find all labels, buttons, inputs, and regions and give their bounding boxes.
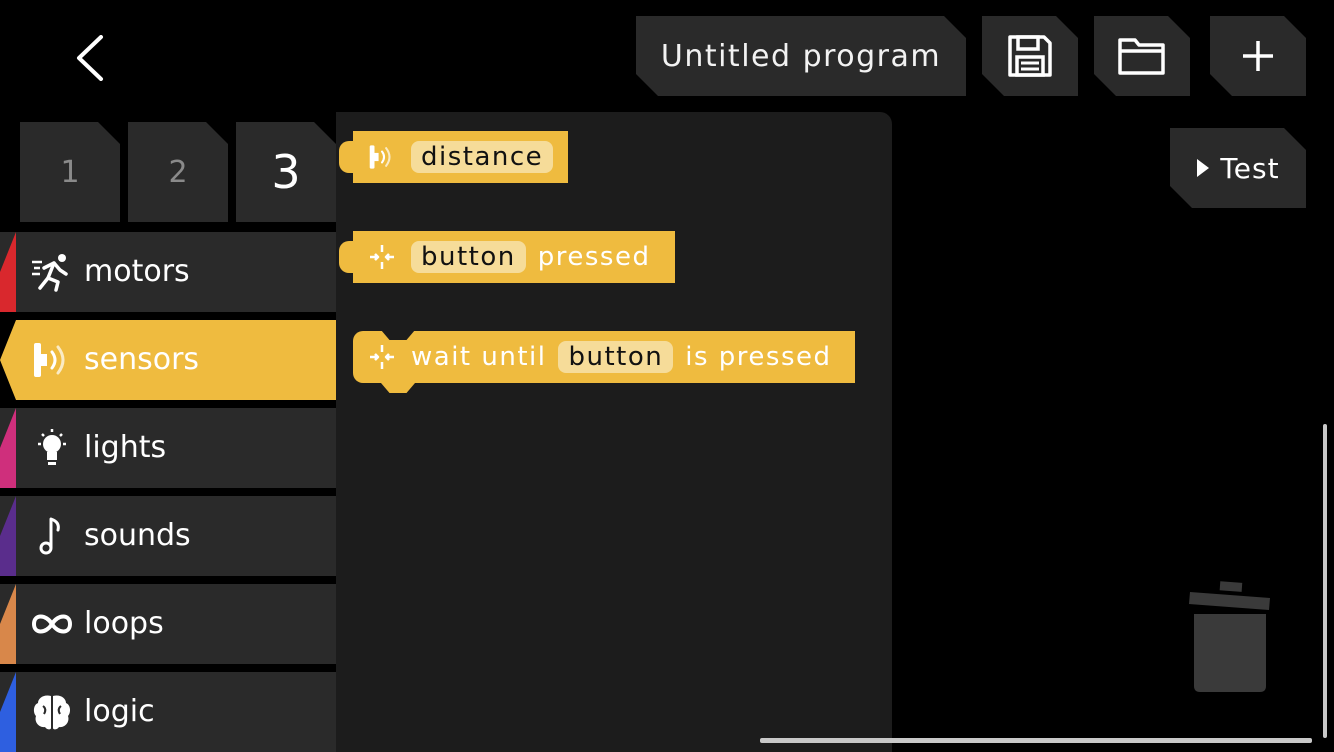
wait-until-block[interactable]: wait until button is pressed (353, 330, 855, 393)
button-dropdown[interactable]: button (558, 341, 674, 373)
new-program-button[interactable] (1210, 16, 1306, 96)
running-person-icon (30, 252, 74, 292)
page-tab-1[interactable]: 1 (20, 122, 120, 222)
open-folder-button[interactable] (1094, 16, 1190, 96)
block-text: is pressed (685, 342, 832, 372)
category-label: sounds (84, 518, 191, 553)
vertical-scrollbar[interactable] (1323, 424, 1327, 738)
category-label: sensors (84, 342, 200, 377)
trash-can[interactable] (1184, 580, 1276, 700)
category-sounds[interactable]: sounds (0, 496, 336, 576)
back-button[interactable] (60, 30, 120, 86)
category-label: logic (84, 694, 155, 729)
page-tab-3[interactable]: 3 (236, 122, 336, 222)
category-color-tab (0, 496, 16, 576)
category-color-tab (0, 584, 16, 664)
category-color-tab (0, 408, 16, 488)
test-button[interactable]: Test (1170, 128, 1306, 208)
folder-icon (1117, 35, 1167, 77)
button-press-icon (353, 343, 411, 371)
block-text: pressed (537, 242, 651, 272)
category-logic[interactable]: logic (0, 672, 336, 752)
page-tab-2[interactable]: 2 (128, 122, 228, 222)
category-sensors[interactable]: sensors (0, 320, 336, 400)
sensor-icon (353, 143, 411, 171)
category-label: lights (84, 430, 167, 465)
page-tab-label: 2 (168, 154, 188, 190)
category-motors[interactable]: motors (0, 232, 336, 312)
floppy-disk-icon (1006, 33, 1054, 79)
lightbulb-icon (30, 428, 74, 468)
save-button[interactable] (982, 16, 1078, 96)
block-flyout: distance button pressed wait until butto… (336, 112, 892, 752)
play-icon (1196, 158, 1210, 178)
program-title: Untitled program (660, 38, 942, 74)
category-lights[interactable]: lights (0, 408, 336, 488)
sensor-icon (30, 340, 74, 380)
category-label: motors (84, 254, 190, 289)
block-output-nub (339, 141, 357, 173)
button-pressed-block[interactable]: button pressed (339, 231, 675, 283)
chevron-left-icon (77, 35, 103, 81)
category-color-tab (0, 672, 16, 752)
distance-block[interactable]: distance (339, 131, 568, 183)
block-output-nub (339, 241, 357, 273)
brain-icon (30, 692, 74, 732)
infinity-icon (30, 604, 74, 644)
button-press-icon (353, 243, 411, 271)
program-title-button[interactable]: Untitled program (636, 16, 966, 96)
music-note-icon (30, 516, 74, 556)
block-tab (381, 383, 415, 393)
trash-can-icon (1189, 581, 1270, 692)
plus-icon (1241, 39, 1275, 73)
block-text: wait until (411, 342, 547, 372)
sensor-dropdown[interactable]: distance (411, 141, 554, 173)
category-label: loops (84, 606, 164, 641)
page-tab-label: 1 (60, 154, 80, 190)
test-button-label: Test (1220, 151, 1280, 185)
category-color-tab (0, 232, 16, 312)
button-dropdown[interactable]: button (411, 241, 526, 273)
horizontal-scrollbar[interactable] (760, 738, 1312, 743)
block-notch (381, 330, 415, 340)
page-tab-label: 3 (271, 145, 301, 199)
category-loops[interactable]: loops (0, 584, 336, 664)
